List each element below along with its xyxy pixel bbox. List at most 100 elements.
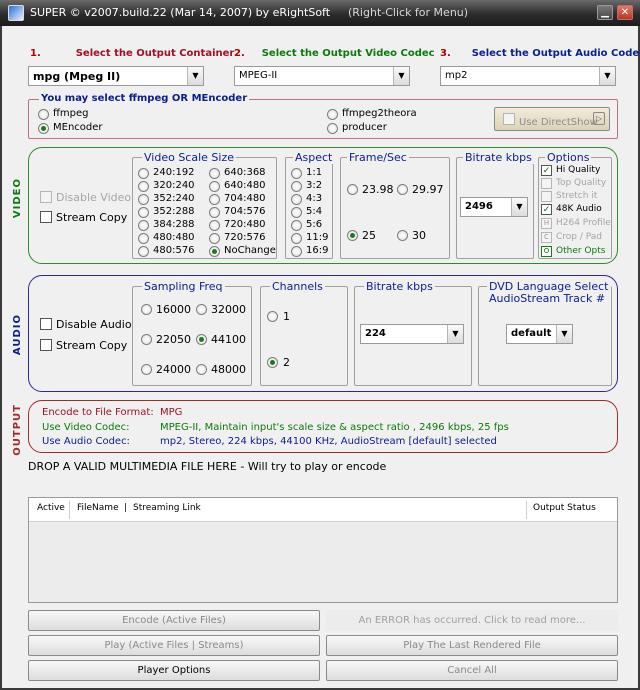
channels-title: Channels [270, 280, 325, 293]
scale-640x480-radio[interactable] [209, 181, 220, 192]
scale-704x480-radio[interactable] [209, 194, 220, 205]
play-active-files-button[interactable]: Play (Active Files | Streams) [28, 635, 320, 656]
player-options-button[interactable]: Player Options [28, 660, 320, 681]
chevron-down-icon[interactable]: ▼ [511, 198, 527, 216]
column-output-status[interactable]: Output Status [533, 503, 596, 513]
scale-384x288-radio[interactable] [138, 220, 149, 231]
encoder-radio-producer[interactable] [327, 123, 338, 134]
directshow-settings-icon[interactable]: ▷ [593, 112, 605, 125]
scale-480x480-radio[interactable] [138, 233, 149, 244]
scale-240x192-radio[interactable] [138, 168, 149, 179]
aspect-16x9-label: 16:9 [306, 245, 329, 256]
video-codec-select[interactable]: MPEG-II ▼ [234, 66, 410, 86]
column-streaming-link[interactable]: Streaming Link [133, 503, 201, 513]
aspect-11x9-label: 11:9 [306, 232, 329, 243]
play-last-rendered-button[interactable]: Play The Last Rendered File [326, 635, 618, 656]
framerate-radio-2398[interactable] [347, 184, 358, 195]
framerate-radio-2997[interactable] [397, 184, 408, 195]
step-2-number: 2. [234, 48, 245, 59]
disable-video-checkbox[interactable] [40, 191, 52, 203]
channels-radio-2[interactable] [267, 357, 278, 368]
sampling-32000-radio[interactable] [196, 304, 207, 315]
audiostream-track-select[interactable]: default ▼ [506, 324, 573, 344]
aspect-16x9-radio[interactable] [291, 246, 302, 257]
video-scale-title: Video Scale Size [142, 151, 236, 164]
scale-720x576-radio[interactable] [209, 233, 220, 244]
app-icon[interactable] [8, 5, 24, 21]
h264-profile-icon[interactable]: H [541, 218, 552, 229]
scale-640x368-radio[interactable] [209, 168, 220, 179]
stretch-it-label: Stretch it [556, 191, 598, 201]
close-button[interactable]: ✕ [617, 5, 633, 20]
framerate-radio-30[interactable] [397, 230, 408, 241]
chevron-down-icon[interactable]: ▼ [599, 67, 615, 85]
audiostream-track-title: AudioStream Track # [489, 292, 606, 305]
output-audio-codec-label: Use Audio Codec: [42, 436, 130, 447]
48k-audio-checkbox[interactable]: ✓ [541, 204, 552, 215]
sampling-44100-label: 44100 [211, 333, 246, 346]
drop-zone-text[interactable]: DROP A VALID MULTIMEDIA FILE HERE - Will… [28, 460, 386, 473]
sampling-24000-radio[interactable] [141, 364, 152, 375]
chevron-down-icon[interactable]: ▼ [556, 325, 572, 343]
output-format-value: MPG [160, 407, 183, 418]
stretch-it-checkbox[interactable] [541, 191, 552, 202]
directshow-checkbox[interactable] [503, 113, 515, 125]
audio-bitrate-select[interactable]: 224 ▼ [360, 324, 464, 344]
scale-320x240-radio[interactable] [138, 181, 149, 192]
video-bitrate-select[interactable]: 2496 ▼ [460, 197, 528, 217]
audio-codec-select[interactable]: mp2 ▼ [440, 66, 616, 86]
audio-stream-copy-checkbox[interactable] [40, 339, 52, 351]
use-directshow-button[interactable]: Use DirectShow ▷ [494, 107, 610, 131]
column-filename[interactable]: FileName [77, 503, 119, 513]
step-2-label: Select the Output Video Codec [261, 48, 435, 59]
other-opts-icon[interactable]: O [541, 246, 552, 257]
aspect-3x2-radio[interactable] [291, 181, 302, 192]
column-active[interactable]: Active [37, 503, 65, 513]
encode-button[interactable]: Encode (Active Files) [28, 610, 320, 631]
scale-480x576-radio[interactable] [138, 246, 149, 257]
video-stream-copy-checkbox[interactable] [40, 211, 52, 223]
other-opts-label: Other Opts [556, 246, 606, 256]
scale-720x480-radio[interactable] [209, 220, 220, 231]
aspect-5x4-radio[interactable] [291, 207, 302, 218]
scale-nochange-radio[interactable] [209, 246, 220, 257]
sampling-16000-radio[interactable] [141, 304, 152, 315]
encoder-radio-ffmpeg[interactable] [38, 109, 49, 120]
framerate-radio-25[interactable] [347, 230, 358, 241]
aspect-4x3-radio[interactable] [291, 194, 302, 205]
chevron-down-icon[interactable]: ▼ [393, 67, 409, 85]
encoder-radio-ffmpeg2theora[interactable] [327, 109, 338, 120]
chevron-down-icon[interactable]: ▼ [447, 325, 463, 343]
chevron-down-icon[interactable]: ▼ [187, 67, 203, 85]
aspect-3x2-label: 3:2 [306, 180, 323, 191]
container-select[interactable]: mpg (Mpeg II) ▼ [28, 66, 204, 86]
aspect-5x6-radio[interactable] [291, 220, 302, 231]
audio-bitrate-value: 224 [365, 328, 386, 339]
channels-radio-1[interactable] [267, 311, 278, 322]
cancel-all-button[interactable]: Cancel All [326, 660, 618, 681]
scale-352x240-radio[interactable] [138, 194, 149, 205]
aspect-11x9-radio[interactable] [291, 233, 302, 244]
hi-quality-checkbox[interactable]: ✓ [541, 165, 552, 176]
error-message-link[interactable]: An ERROR has occurred. Click to read mor… [326, 610, 618, 631]
disable-audio-checkbox[interactable] [40, 318, 52, 330]
scale-352x288-radio[interactable] [138, 207, 149, 218]
encoder-label-ffmpeg2theora: ffmpeg2theora [342, 108, 417, 119]
framerate-label-2398: 23.98 [362, 183, 394, 196]
file-list-table[interactable]: Active FileName | Streaming Link Output … [28, 497, 618, 603]
aspect-1x1-radio[interactable] [291, 168, 302, 179]
column-divider [69, 501, 70, 519]
output-video-codec-label: Use Video Codec: [42, 422, 130, 433]
sampling-22050-radio[interactable] [141, 334, 152, 345]
minimize-button[interactable]: ▁ [597, 5, 613, 20]
crop-pad-icon[interactable]: C [541, 232, 552, 243]
framerate-label-25: 25 [362, 229, 376, 242]
column-separator-glyph: | [124, 503, 128, 513]
aspect-4x3-label: 4:3 [306, 193, 323, 204]
encoder-radio-mencoder[interactable] [38, 123, 49, 134]
scale-704x576-radio[interactable] [209, 207, 220, 218]
channels-label-1: 1 [283, 310, 290, 323]
top-quality-checkbox[interactable] [541, 178, 552, 189]
sampling-48000-radio[interactable] [196, 364, 207, 375]
sampling-44100-radio[interactable] [196, 334, 207, 345]
